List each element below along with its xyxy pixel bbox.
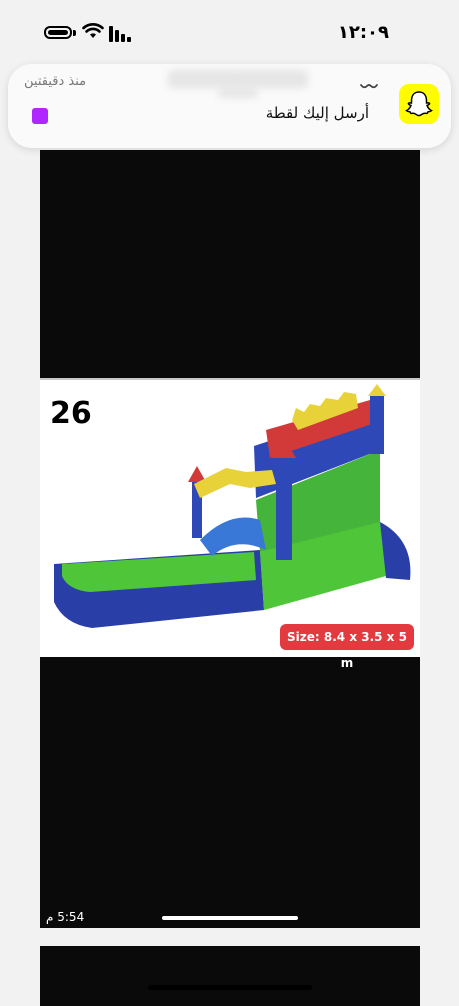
status-time: ١٢:٠٩ [337,22,389,43]
status-bar: ١٢:٠٩ [0,0,459,60]
notification-time: منذ دقيقتين [24,74,87,89]
size-badge: Size: 8.4 x 3.5 x 5 m [280,624,414,670]
snapchat-ghost-icon [399,84,439,124]
cellular-signal-icon [109,26,131,42]
blurred-sender-name [168,70,308,88]
chat-media-message-next[interactable] [40,946,420,1006]
blurred-subtitle [218,88,258,98]
inflatable-slide-illustration [54,384,411,628]
wifi-icon [82,23,104,38]
embedded-home-bar [162,916,298,920]
battery-icon [44,26,72,39]
product-image-inflatable-slide[interactable]: 26 Size: 8.4 x 3.5 x 5 m [40,378,420,670]
message-timestamp: 5:54 م [46,910,85,924]
avatar-badge [32,108,48,124]
chat-media-message[interactable]: 26 Size: 8.4 x 3.5 x 5 m 5:54 م [40,150,420,928]
snapchat-notification-banner[interactable]: منذ دقيقتين أرسل إليك لقطة [8,64,451,148]
home-indicator[interactable] [148,985,312,990]
battery-cap [73,30,76,36]
expand-chevron-icon[interactable] [359,82,379,92]
notification-message: أرسل إليك لقطة [265,104,369,122]
